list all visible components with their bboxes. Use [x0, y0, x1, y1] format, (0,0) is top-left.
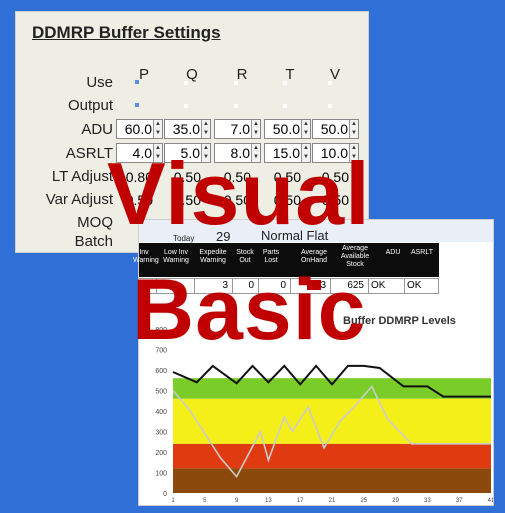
output-checkbox-p[interactable] [135, 103, 139, 107]
y-tick-label: 400 [155, 409, 167, 416]
x-tick-label: 9 [235, 498, 239, 504]
use-checkbox-t[interactable] [283, 81, 287, 85]
x-tick-label: 29 [392, 498, 399, 504]
spinner-icon[interactable]: ▲ ▼ [301, 120, 310, 138]
use-checkbox-v[interactable] [328, 81, 332, 85]
output-checkbox-r[interactable] [234, 104, 238, 108]
use-checkbox-r[interactable] [234, 81, 238, 85]
y-tick-label: 200 [155, 450, 167, 457]
spinner-icon[interactable]: ▲ ▼ [251, 120, 260, 138]
stage: DDMRP Buffer Settings P Q R T V Use Outp… [0, 0, 505, 513]
x-tick-label: 25 [360, 498, 367, 504]
x-tick-label: 13 [265, 498, 272, 504]
zone-red [173, 443, 491, 469]
x-tick-label: 33 [424, 498, 431, 504]
value-adu: OK [369, 279, 405, 293]
row-label-output: Output [67, 97, 113, 114]
zone-base [173, 468, 491, 493]
spinner-icon[interactable]: ▲ ▼ [153, 120, 162, 138]
row-label-adu: ADU [81, 121, 113, 138]
row-label-lt-adjust: LT Adjust [51, 168, 113, 185]
x-tick-label: 1 [171, 498, 175, 504]
y-tick-label: 600 [155, 368, 167, 375]
zone-yellow [173, 398, 491, 444]
adu-input-v[interactable]: 50.0 ▲ ▼ [312, 119, 359, 139]
row-label-use: Use [86, 74, 113, 91]
header-asrlt: ASRLT [410, 249, 434, 256]
adu-input-p[interactable]: 60.0 ▲ ▼ [116, 119, 163, 139]
row-label-asrlt: ASRLT [65, 145, 113, 162]
row-label-var-adjust: Var Adjust [45, 191, 113, 208]
adu-input-t[interactable]: 50.0 ▲ ▼ [264, 119, 311, 139]
output-checkbox-q[interactable] [184, 104, 188, 108]
adu-row: 60.0 ▲ ▼ 35.0 ▲ ▼ 7.0 ▲ ▼ 50.0 ▲ ▼ 50.0 ▲ ▼ [116, 119, 363, 141]
adu-value-r: 7.0 [230, 121, 250, 137]
output-checkbox-v[interactable] [328, 104, 332, 108]
spinner-icon[interactable]: ▲ ▼ [201, 120, 210, 138]
x-tick-label: 17 [297, 498, 304, 504]
use-checkbox-q[interactable] [184, 81, 188, 85]
output-checkbox-t[interactable] [283, 104, 287, 108]
adu-input-q[interactable]: 35.0 ▲ ▼ [164, 119, 211, 139]
y-tick-label: 100 [155, 471, 167, 478]
header-adu: ADU [385, 249, 401, 256]
y-tick-label: 300 [155, 430, 167, 437]
x-tick-label: 37 [456, 498, 463, 504]
settings-title: DDMRP Buffer Settings [32, 23, 221, 42]
overlay-word-visual: Visual [107, 144, 371, 243]
adu-value-v: 50.0 [320, 121, 348, 137]
use-checkbox-p[interactable] [135, 80, 139, 84]
y-tick-label: 0 [163, 491, 167, 498]
spinner-icon[interactable]: ▲ ▼ [349, 120, 358, 138]
adu-value-q: 35.0 [172, 121, 200, 137]
adu-input-r[interactable]: 7.0 ▲ ▼ [214, 119, 261, 139]
value-asrlt: OK [405, 279, 439, 293]
x-tick-label: 41 [488, 498, 493, 504]
x-tick-label: 21 [329, 498, 336, 504]
y-tick-label: 500 [155, 389, 167, 396]
overlay-word-basic: Basic [132, 262, 367, 358]
adu-value-t: 50.0 [272, 121, 300, 137]
x-tick-label: 5 [203, 498, 207, 504]
adu-value-p: 60.0 [124, 121, 152, 137]
